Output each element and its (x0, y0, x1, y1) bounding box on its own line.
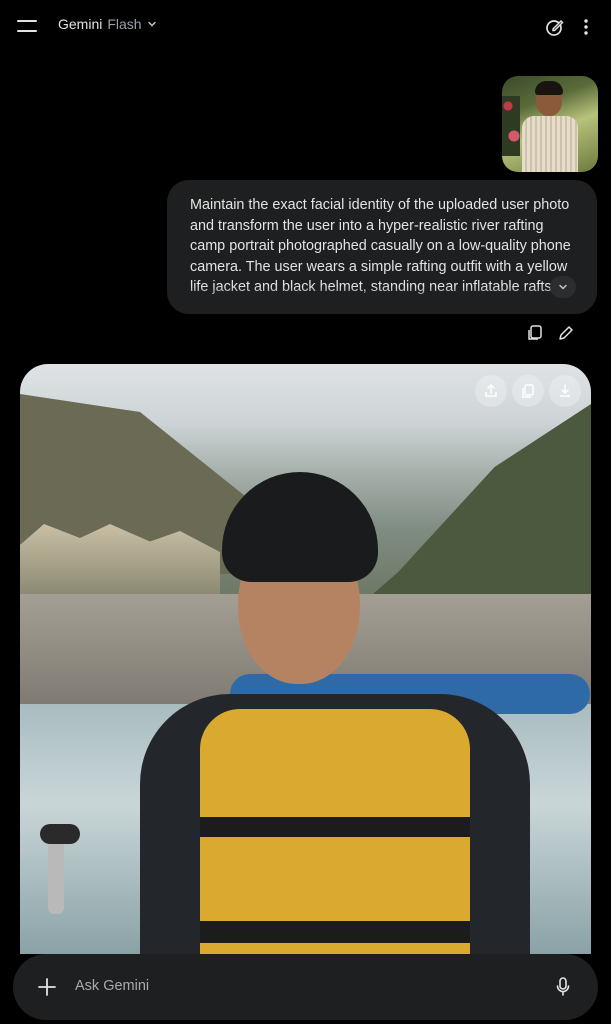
copy-icon[interactable] (522, 320, 548, 346)
user-prompt-text: Maintain the exact facial identity of th… (190, 197, 571, 295)
life-jacket-strap (200, 921, 470, 943)
right-mountain (350, 404, 591, 614)
prompt-composer[interactable]: Ask Gemini (13, 954, 598, 1020)
paddle-grip (40, 824, 80, 844)
more-vertical-icon[interactable] (575, 13, 597, 41)
app-title: Gemini (58, 16, 103, 32)
download-icon[interactable] (549, 375, 581, 407)
text-fade (167, 286, 597, 314)
uploaded-user-photo[interactable] (502, 76, 598, 172)
life-jacket-strap (200, 817, 470, 837)
model-selector[interactable]: Gemini Flash (58, 16, 157, 32)
background-flowers (502, 96, 520, 156)
ask-gemini-input[interactable]: Ask Gemini (75, 978, 149, 994)
plus-icon[interactable] (33, 973, 61, 1001)
user-prompt-bubble: Maintain the exact facial identity of th… (167, 180, 597, 314)
new-chat-pencil-icon[interactable] (541, 13, 569, 41)
generated-image[interactable] (20, 364, 591, 954)
top-app-bar: Gemini Flash (0, 0, 611, 52)
mic-icon[interactable] (549, 973, 577, 1001)
paddle-shaft (48, 834, 64, 914)
model-name: Flash (107, 16, 142, 32)
chevron-down-icon[interactable] (550, 276, 576, 298)
chevron-down-icon (147, 16, 157, 32)
copy-icon[interactable] (512, 375, 544, 407)
person-hair (535, 81, 563, 95)
share-icon[interactable] (475, 375, 507, 407)
black-helmet (222, 472, 378, 582)
person-shirt (522, 116, 578, 172)
edit-icon[interactable] (553, 320, 579, 346)
hamburger-menu-icon[interactable] (10, 12, 44, 40)
